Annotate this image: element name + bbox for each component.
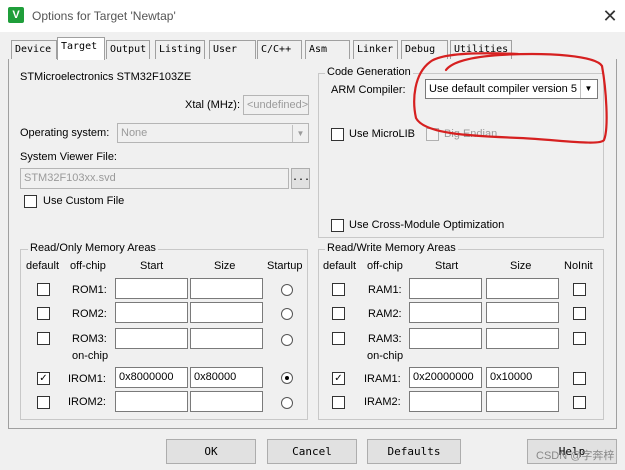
ro-onchip-label: on-chip bbox=[72, 350, 109, 362]
irom2-label: IROM2: bbox=[68, 396, 106, 408]
irom1-startup-radio[interactable] bbox=[281, 372, 293, 384]
rw-header-size: Size bbox=[510, 260, 532, 272]
ram2-default-checkbox[interactable] bbox=[332, 307, 345, 320]
ram1-size-input[interactable] bbox=[486, 278, 559, 299]
irom1-size-input[interactable]: 0x80000 bbox=[190, 367, 263, 388]
iram2-size-input[interactable] bbox=[486, 391, 559, 412]
rw-header-start: Start bbox=[435, 260, 459, 272]
chevron-down-icon: ▼ bbox=[292, 125, 308, 142]
iram1-default-checkbox[interactable]: ✓ bbox=[332, 372, 345, 385]
cancel-button[interactable]: Cancel bbox=[267, 439, 357, 464]
custom-file-checkbox[interactable] bbox=[24, 195, 37, 208]
ram2-size-input[interactable] bbox=[486, 302, 559, 323]
iram1-size-input[interactable]: 0x10000 bbox=[486, 367, 559, 388]
csdn-watermark: CSDN @字奔梓 bbox=[536, 450, 615, 462]
iram1-start-input[interactable]: 0x20000000 bbox=[409, 367, 482, 388]
ram2-start-input[interactable] bbox=[409, 302, 482, 323]
rom1-label: ROM1: bbox=[72, 284, 107, 296]
rw-memory-legend: Read/Write Memory Areas bbox=[325, 242, 458, 254]
svf-input[interactable]: STM32F103xx.svd bbox=[20, 168, 289, 189]
rom2-size-input[interactable] bbox=[190, 302, 263, 323]
defaults-button[interactable]: Defaults bbox=[367, 439, 461, 464]
ro-header-offchip: off-chip bbox=[70, 260, 106, 272]
rw-onchip-label: on-chip bbox=[367, 350, 404, 362]
rom2-startup-radio[interactable] bbox=[281, 308, 293, 320]
red-annotation-scribble bbox=[413, 52, 608, 144]
ram1-default-checkbox[interactable] bbox=[332, 283, 345, 296]
rom2-label: ROM2: bbox=[72, 308, 107, 320]
rom3-default-checkbox[interactable] bbox=[37, 332, 50, 345]
ro-header-default: default bbox=[26, 260, 60, 272]
tab-user[interactable]: User bbox=[209, 40, 256, 59]
ram3-size-input[interactable] bbox=[486, 328, 559, 349]
ram1-noinit-checkbox[interactable] bbox=[573, 283, 586, 296]
xtal-label: Xtal (MHz): bbox=[185, 99, 240, 111]
device-name: STMicroelectronics STM32F103ZE bbox=[20, 71, 192, 83]
rw-header-default: default bbox=[323, 260, 357, 272]
ro-header-size: Size bbox=[214, 260, 236, 272]
rom1-start-input[interactable] bbox=[115, 278, 188, 299]
rom1-default-checkbox[interactable] bbox=[37, 283, 50, 296]
ram1-start-input[interactable] bbox=[409, 278, 482, 299]
tab-output[interactable]: Output bbox=[106, 40, 150, 59]
iram2-default-checkbox[interactable] bbox=[332, 396, 345, 409]
cross-module-label: Use Cross-Module Optimization bbox=[349, 219, 505, 231]
rom2-start-input[interactable] bbox=[115, 302, 188, 323]
rom3-size-input[interactable] bbox=[190, 328, 263, 349]
rom2-default-checkbox[interactable] bbox=[37, 307, 50, 320]
iram2-label: IRAM2: bbox=[364, 396, 401, 408]
close-icon[interactable]: ✕ bbox=[598, 4, 622, 28]
arm-compiler-label: ARM Compiler: bbox=[331, 84, 406, 96]
ok-button[interactable]: OK bbox=[166, 439, 256, 464]
rom3-startup-radio[interactable] bbox=[281, 334, 293, 346]
rom1-startup-radio[interactable] bbox=[281, 284, 293, 296]
tab-c-cpp[interactable]: C/C++ bbox=[257, 40, 302, 59]
tab-listing[interactable]: Listing bbox=[155, 40, 205, 59]
ro-memory-legend: Read/Only Memory Areas bbox=[28, 242, 158, 254]
ram3-label: RAM3: bbox=[368, 333, 402, 345]
iram2-start-input[interactable] bbox=[409, 391, 482, 412]
iram1-label: IRAM1: bbox=[364, 373, 401, 385]
rw-header-offchip: off-chip bbox=[367, 260, 403, 272]
cross-module-checkbox[interactable] bbox=[331, 219, 344, 232]
ram2-noinit-checkbox[interactable] bbox=[573, 307, 586, 320]
irom2-size-input[interactable] bbox=[190, 391, 263, 412]
keil-app-icon: V bbox=[8, 7, 24, 23]
ro-header-start: Start bbox=[140, 260, 164, 272]
svf-browse-button[interactable]: ... bbox=[291, 168, 310, 189]
ram1-label: RAM1: bbox=[368, 284, 402, 296]
tab-asm[interactable]: Asm bbox=[305, 40, 350, 59]
os-value: None bbox=[121, 127, 148, 139]
iram1-noinit-checkbox[interactable] bbox=[573, 372, 586, 385]
irom2-startup-radio[interactable] bbox=[281, 397, 293, 409]
tab-device[interactable]: Device bbox=[11, 40, 57, 59]
os-select[interactable]: None bbox=[117, 123, 309, 143]
irom1-label: IROM1: bbox=[68, 373, 106, 385]
microlib-checkbox[interactable] bbox=[331, 128, 344, 141]
svf-label: System Viewer File: bbox=[20, 151, 117, 163]
ram3-default-checkbox[interactable] bbox=[332, 332, 345, 345]
iram2-noinit-checkbox[interactable] bbox=[573, 396, 586, 409]
os-label: Operating system: bbox=[20, 127, 110, 139]
rom1-size-input[interactable] bbox=[190, 278, 263, 299]
rw-header-noinit: NoInit bbox=[564, 260, 593, 272]
xtal-input[interactable]: <undefined> bbox=[243, 95, 309, 115]
ram2-label: RAM2: bbox=[368, 308, 402, 320]
rom3-label: ROM3: bbox=[72, 333, 107, 345]
irom1-default-checkbox[interactable]: ✓ bbox=[37, 372, 50, 385]
irom2-default-checkbox[interactable] bbox=[37, 396, 50, 409]
tab-target[interactable]: Target bbox=[57, 37, 105, 60]
ram3-noinit-checkbox[interactable] bbox=[573, 332, 586, 345]
tab-linker[interactable]: Linker bbox=[353, 40, 398, 59]
rom3-start-input[interactable] bbox=[115, 328, 188, 349]
window-title: Options for Target 'Newtap' bbox=[32, 9, 176, 23]
irom1-start-input[interactable]: 0x8000000 bbox=[115, 367, 188, 388]
ro-header-startup: Startup bbox=[267, 260, 303, 272]
ram3-start-input[interactable] bbox=[409, 328, 482, 349]
custom-file-label: Use Custom File bbox=[43, 195, 125, 207]
irom2-start-input[interactable] bbox=[115, 391, 188, 412]
